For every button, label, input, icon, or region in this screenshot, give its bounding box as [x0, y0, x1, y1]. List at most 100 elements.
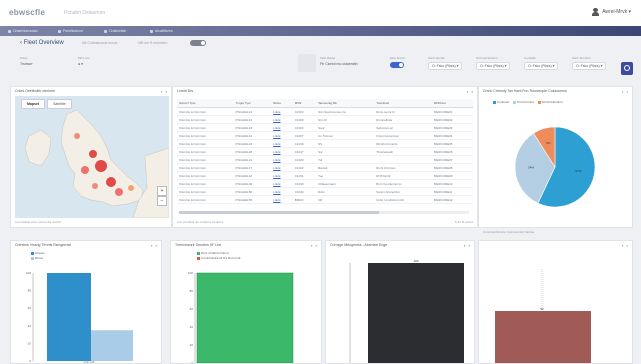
status-link[interactable]: Lnkrs [271, 147, 293, 156]
table-cell: Tbnrnamarlc [374, 147, 432, 156]
status-link[interactable]: Lnkrs [271, 187, 293, 196]
status-link[interactable]: Lnkrs [271, 131, 293, 140]
table-row[interactable]: Cltmrcle Lrcnimrmrn PSG4d&L55 Lnkrs B0023 OF… [177, 195, 473, 204]
table-horizontal-scrollbar[interactable] [179, 211, 469, 214]
tab-map[interactable]: Mapset [21, 99, 46, 109]
view-toggle[interactable] [190, 40, 206, 46]
table-row[interactable]: Cltmrcle Lrcnimrmrn PSG4d&L17 Lnkrs C1022 Ba… [177, 163, 473, 172]
y-tick-label: 0 [29, 359, 31, 363]
table-cell: PSG4d&L17 [233, 163, 272, 172]
legend-item[interactable]: Cnnrmwt [493, 100, 509, 104]
user-menu[interactable]: Awrei-Mrvk ▾ [592, 8, 631, 16]
map-canvas[interactable] [15, 96, 169, 218]
status-link[interactable]: Lnkrs [271, 107, 293, 116]
table-cell: PSG4d&L50 [233, 187, 272, 196]
nav-item-4[interactable]: Aruallttsnro [150, 29, 173, 33]
table-row[interactable]: Cltmrcle Lrcnimrmrn PSG4d&L10 Lnkrs C1003 Sd… [177, 107, 473, 116]
search-button[interactable] [621, 62, 633, 75]
column-header[interactable]: Taunsuntg Mn [316, 99, 375, 108]
column-header[interactable]: MVR [292, 99, 317, 108]
table-row[interactable]: Cltmrcle Lrcnimrmrn PSG4d&L50 Lnkrs C1043 Rd… [177, 187, 473, 196]
y-tick-label: 100 [26, 271, 31, 275]
filter-select[interactable]: Cr Fslcr (Rlnrs) ▾ [428, 62, 463, 70]
map-marker-cluster [95, 160, 107, 172]
tab-satellite[interactable]: Satellite [47, 99, 72, 109]
chart-3-title: Cnrnsge Mrlogrnnss - Absrnlve Eoge [330, 243, 388, 247]
map-view[interactable]: Mapset Satellite + − [15, 96, 169, 218]
panel-controls-icon[interactable]: ▪ ▪ [622, 243, 629, 248]
column-header[interactable]: Tvrgrn Tyer [233, 99, 272, 108]
table-row[interactable]: Cltmrcle Lrcnimrmrn PSG4d&L12 Lnkrs C1007 Cn… [177, 131, 473, 140]
panel-controls-icon[interactable]: ▪ ▪ [467, 89, 474, 94]
filter-dropdown-4[interactable]: Ssrtn Ru rdun Cr Fslcr (Rlnrs) ▾ [572, 56, 607, 70]
table-row[interactable]: Cltmrcle Lrcnimrmrn PSG4d&L28 Lnkrs C1017 Ss… [177, 147, 473, 156]
status-link[interactable]: Lnkrs [271, 171, 293, 180]
table-row[interactable]: Cltmrcle Lrcnimrmrn PSG4d&L42 Lnkrs C1031 Tu… [177, 171, 473, 180]
table-cell: BGRCODE09 [431, 171, 473, 180]
nav-item-1[interactable]: Cnaerdomsotac [8, 29, 38, 33]
filter-value[interactable]: ● ▾ [78, 62, 90, 66]
panel-controls-icon[interactable]: ▪ ▪ [464, 243, 471, 248]
table-row[interactable]: Cltmrcle Lrcnimrmrn PSG4d&L41 Lnkrs C1023 Tu… [177, 155, 473, 164]
legend-item[interactable]: Srl Crnlnrlnrlnnr [537, 100, 563, 104]
status-link[interactable]: Lnkrs [271, 195, 293, 204]
table-row[interactable]: Cltmrcle Lrcnimrmrn PSG4d&L13 Lnkrs C1003 Sr… [177, 115, 473, 124]
filter-value[interactable]: Ftr Ciortot mo cstoeratin [320, 62, 358, 66]
map-marker-cluster [115, 188, 123, 196]
column-header[interactable]: Rbthlnns [431, 99, 473, 108]
breadcrumb-1[interactable]: Ntt Cnitnatuwcsl ecsoe [82, 41, 118, 45]
filter-select[interactable]: Cr Fslcr (Rlnrs) ▾ [524, 62, 559, 70]
status-link[interactable]: Lnkrs [271, 123, 293, 132]
filter-value[interactable]: Trslrscrr [20, 62, 33, 66]
table-row[interactable]: Cltmrcle Lrcnimrmrn PSG4d&L24 Lnkrs C1016 SS… [177, 139, 473, 148]
zoom-out-button[interactable]: − [157, 196, 167, 206]
legend-item[interactable]: Srl Crnnnsnt [513, 100, 534, 104]
table-cell: PSG4d&L24 [233, 139, 272, 148]
bar [47, 273, 91, 361]
pie-slice-label: 57% [575, 169, 581, 173]
zoom-in-button[interactable]: + [157, 186, 167, 196]
pie-panel: Cntrlo Crmnnly Tan fnsnt Fnn Tsnoveoptn … [478, 86, 633, 234]
y-tick-label: 60 [190, 307, 194, 311]
filter-select[interactable]: Cr Fslcr (Rlnrs) ▾ [476, 62, 511, 70]
legend-swatch [197, 251, 200, 255]
filter-type[interactable]: Tsan ffuuler Ftr Ciortot mo cstoeratin [320, 56, 358, 66]
map-land-europe [132, 147, 169, 218]
status-link[interactable]: Lnkrs [271, 139, 293, 148]
app-logo[interactable]: ebwscfle [9, 8, 45, 17]
filter-model[interactable]: Mnrl n1v ● ▾ [78, 56, 90, 66]
filter-dropdown-2[interactable]: Srtm aa Vonnrm Cr Fslcr (Rlnrs) ▾ [476, 56, 511, 70]
column-header[interactable]: Tuonlmwt [374, 99, 432, 108]
status-link[interactable]: Lnkrs [271, 155, 293, 164]
y-tick-label: 40 [28, 324, 32, 328]
panel-controls-icon[interactable]: ▪ ▪ [311, 243, 318, 248]
panel-controls-icon[interactable]: ▪ ▪ [622, 89, 629, 94]
status-link[interactable]: Lnkrs [271, 163, 293, 172]
filter-switch-group[interactable]: Eiuo fsvnto [390, 56, 405, 68]
status-link[interactable]: Lnkrs [271, 179, 293, 188]
page-title[interactable]: Fleet Overview [20, 40, 64, 46]
table-cell: Cltlasenmarn [316, 179, 375, 188]
table-cell: C1031 [292, 171, 317, 180]
table-cell: PSG4d&L12 [233, 131, 272, 140]
filter-calendar-icon[interactable] [298, 54, 316, 72]
legend-item[interactable]: Ctresre [31, 251, 45, 255]
panel-controls-icon[interactable]: ▪ ▪ [151, 243, 158, 248]
filter-dropdown-3[interactable]: Curoldfm Cr Fslcr (Rlnrs) ▾ [524, 56, 559, 70]
legend-item[interactable]: Drnc of Ntrnrs llnrnnt [197, 251, 240, 255]
breadcrumb-2[interactable]: Nflt onr ft nsemelrc [138, 41, 167, 45]
chart-2-svg: 100 80 60 40 20 0 Cnrnnlslse [188, 271, 294, 363]
pie-chart: 57% 34% 9% [514, 126, 596, 208]
filter-select[interactable]: Cr Fslcr (Rlnrs) ▾ [572, 62, 607, 70]
panel-controls-icon[interactable]: ▪ ▪ [161, 89, 168, 94]
filter-switch[interactable] [390, 62, 404, 68]
column-header[interactable]: Sunrrcl Tpre [177, 99, 234, 108]
table-row[interactable]: Cltmrcle Lrcnimrmrn PSG4d&L18 Lnkrs C1004 Sa… [177, 123, 473, 132]
nav-item-2[interactable]: Fmmlicaloon [58, 29, 83, 33]
status-link[interactable]: Lnkrs [271, 115, 293, 124]
nav-item-3[interactable]: Cnatlocitsir [104, 29, 126, 33]
filter-country[interactable]: Ctssy Trslrscrr [20, 56, 33, 66]
filter-dropdown-1[interactable]: Ssntr anurta Cr Fslcr (Rlnrs) ▾ [428, 56, 463, 70]
column-header[interactable]: Stone [271, 99, 293, 108]
table-row[interactable]: Cltmrcle Lrcnimrmrn PSG4d&L46 Lnkrs C1040 Cl… [177, 179, 473, 188]
